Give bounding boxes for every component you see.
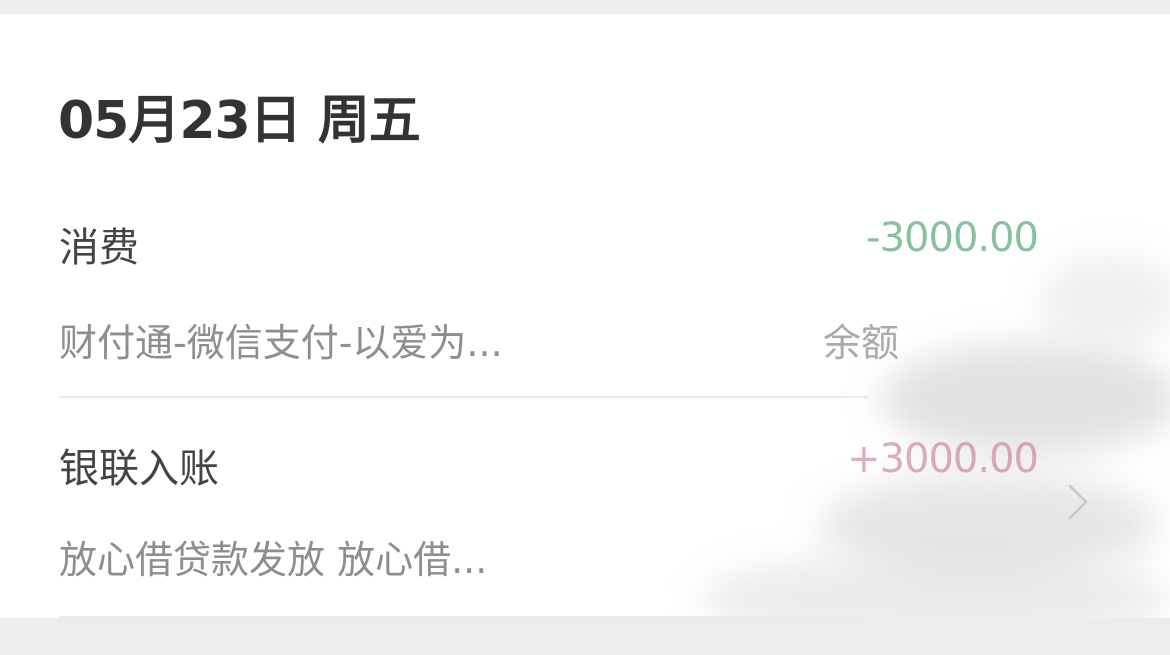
balance-label: 余额 (823, 321, 900, 365)
transaction-title: 消费 (59, 225, 139, 271)
transaction-day-card: 05月23日 周五 消费 -3000.00 财付通-微信支付-以爱为... 余额… (0, 14, 1170, 618)
background-smudge (1040, 254, 1170, 344)
background-smudge (700, 554, 1170, 618)
transaction-amount: -3000.00 (866, 215, 1039, 261)
row-divider (59, 616, 869, 618)
transaction-amount: +3000.00 (847, 436, 1039, 482)
date-heading: 05月23日 周五 (58, 91, 421, 151)
background-smudge (820, 474, 1160, 574)
transaction-title: 银联入账 (59, 446, 219, 492)
row-divider (59, 396, 869, 398)
transaction-description: 放心借贷款发放 放心借... (59, 538, 488, 582)
transaction-description: 财付通-微信支付-以爱为... (59, 321, 503, 365)
chevron-right-icon[interactable] (1064, 482, 1092, 522)
